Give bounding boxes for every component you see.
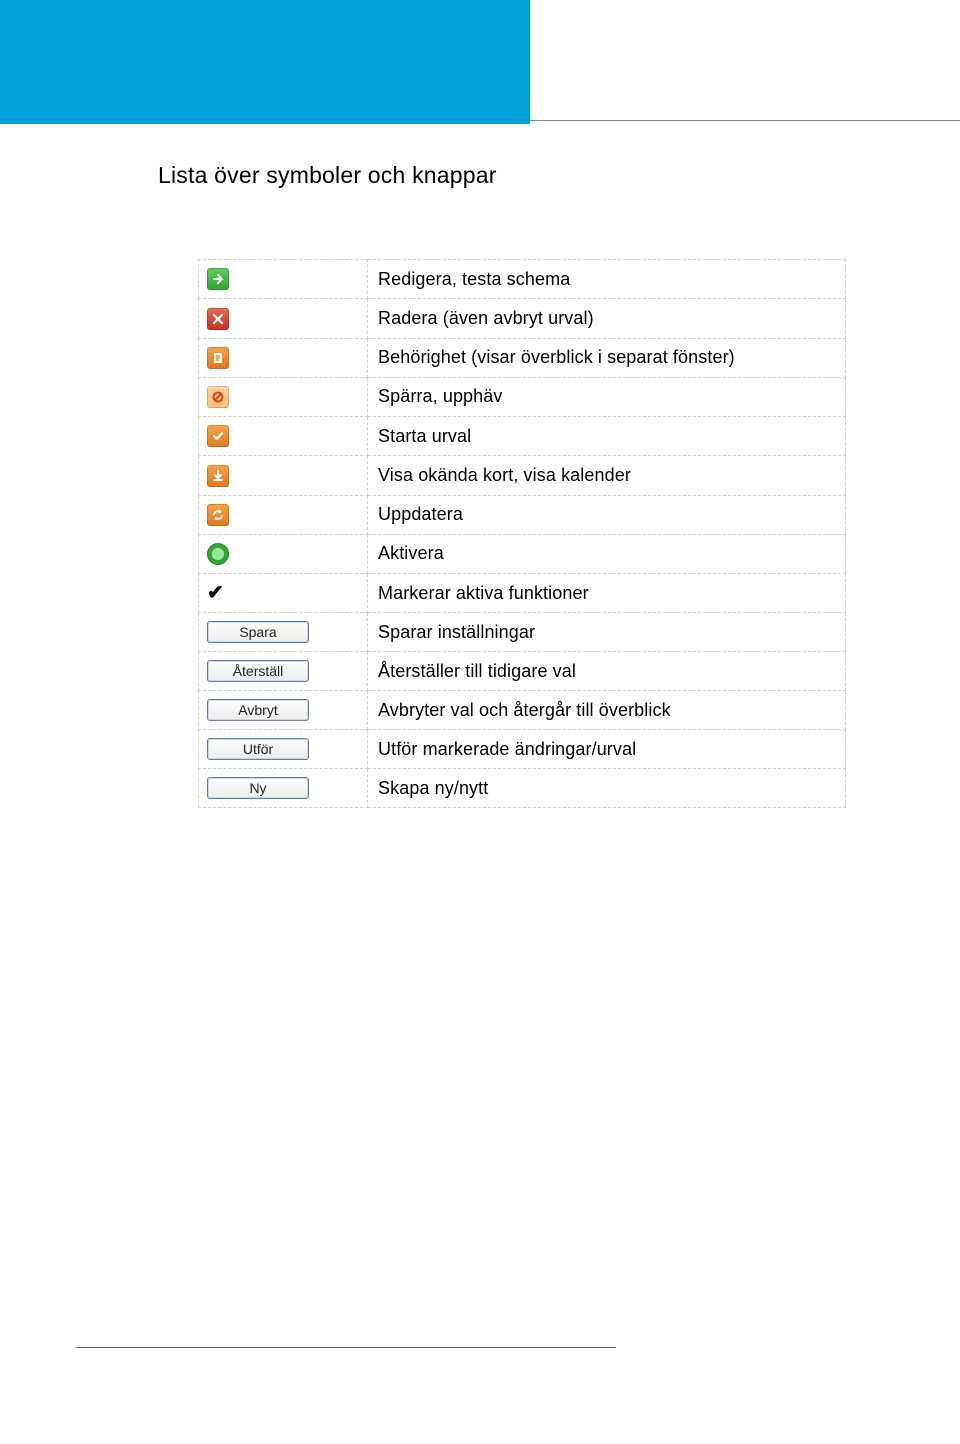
row-description: Visa okända kort, visa kalender bbox=[368, 456, 846, 495]
row-description: Spärra, upphäv bbox=[368, 377, 846, 416]
table-row: Visa okända kort, visa kalender bbox=[199, 456, 846, 495]
table-row: Avbryt Avbryter val och återgår till öve… bbox=[199, 691, 846, 730]
document-icon bbox=[207, 347, 229, 369]
execute-button[interactable]: Utför bbox=[207, 738, 309, 760]
table-row: Ny Skapa ny/nytt bbox=[199, 769, 846, 808]
header-rule bbox=[530, 116, 960, 121]
table-row: Starta urval bbox=[199, 417, 846, 456]
header-banner bbox=[0, 0, 530, 124]
download-icon bbox=[207, 465, 229, 487]
cancel-button[interactable]: Avbryt bbox=[207, 699, 309, 721]
save-button[interactable]: Spara bbox=[207, 621, 309, 643]
footer-rule bbox=[76, 1347, 616, 1348]
row-description: Sparar inställningar bbox=[368, 613, 846, 652]
page-title: Lista över symboler och knappar bbox=[158, 162, 960, 189]
table-row: Aktivera bbox=[199, 534, 846, 573]
table-row: Uppdatera bbox=[199, 495, 846, 534]
row-description: Radera (även avbryt urval) bbox=[368, 299, 846, 338]
delete-x-icon bbox=[207, 308, 229, 330]
table-row: Behörighet (visar överblick i separat fö… bbox=[199, 338, 846, 377]
check-icon bbox=[207, 425, 229, 447]
row-description: Redigera, testa schema bbox=[368, 260, 846, 299]
row-description: Återställer till tidigare val bbox=[368, 652, 846, 691]
row-description: Starta urval bbox=[368, 417, 846, 456]
checkmark-glyph-icon: ✔ bbox=[207, 582, 224, 604]
arrow-right-icon bbox=[207, 268, 229, 290]
table-row: Spärra, upphäv bbox=[199, 377, 846, 416]
row-description: Uppdatera bbox=[368, 495, 846, 534]
row-description: Behörighet (visar överblick i separat fö… bbox=[368, 338, 846, 377]
activate-ring-icon bbox=[207, 543, 229, 565]
table-row: Återställ Återställer till tidigare val bbox=[199, 652, 846, 691]
table-row: Redigera, testa schema bbox=[199, 260, 846, 299]
row-description: Utför markerade ändringar/urval bbox=[368, 730, 846, 769]
symbol-table: Redigera, testa schema Radera (även avbr… bbox=[198, 259, 846, 808]
table-row: ✔ Markerar aktiva funktioner bbox=[199, 574, 846, 613]
table-row: Utför Utför markerade ändringar/urval bbox=[199, 730, 846, 769]
refresh-icon bbox=[207, 504, 229, 526]
row-description: Aktivera bbox=[368, 534, 846, 573]
block-icon bbox=[207, 386, 229, 408]
row-description: Avbryter val och återgår till överblick bbox=[368, 691, 846, 730]
content-area: Lista över symboler och knappar Redigera… bbox=[0, 124, 960, 808]
page: Lista över symboler och knappar Redigera… bbox=[0, 0, 960, 1444]
reset-button[interactable]: Återställ bbox=[207, 660, 309, 682]
row-description: Markerar aktiva funktioner bbox=[368, 574, 846, 613]
table-row: Radera (även avbryt urval) bbox=[199, 299, 846, 338]
table-row: Spara Sparar inställningar bbox=[199, 613, 846, 652]
row-description: Skapa ny/nytt bbox=[368, 769, 846, 808]
new-button[interactable]: Ny bbox=[207, 777, 309, 799]
